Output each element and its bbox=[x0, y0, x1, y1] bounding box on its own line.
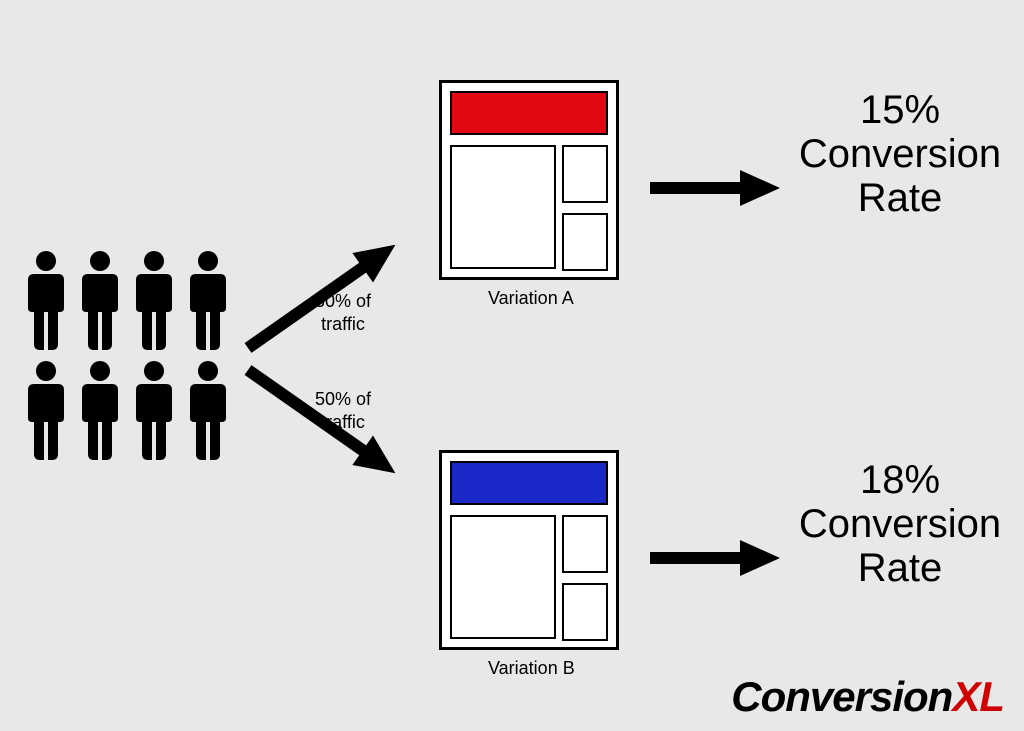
brand-logo: ConversionXL bbox=[731, 673, 1004, 721]
result-b-percent: 18% bbox=[860, 458, 940, 502]
traffic-people-group bbox=[22, 250, 232, 460]
person-icon bbox=[76, 360, 124, 460]
caption-variation-b: Variation B bbox=[488, 658, 575, 679]
arrow-result-a-icon bbox=[650, 168, 780, 208]
brand-part1: Conversion bbox=[731, 673, 952, 720]
arrow-result-b-icon bbox=[650, 538, 780, 578]
wireframe-b-header bbox=[450, 461, 608, 505]
brand-part2: XL bbox=[952, 673, 1004, 720]
person-icon bbox=[130, 360, 178, 460]
person-icon bbox=[184, 360, 232, 460]
caption-variation-a: Variation A bbox=[488, 288, 574, 309]
wireframe-b-side-block bbox=[562, 583, 608, 641]
result-variation-b: 18% Conversion Rate bbox=[790, 458, 1010, 590]
split-bottom-line1: 50% of bbox=[315, 389, 371, 409]
result-b-word2: Rate bbox=[858, 546, 943, 590]
person-icon bbox=[76, 250, 124, 350]
wireframe-a-side-block bbox=[562, 213, 608, 271]
person-icon bbox=[130, 250, 178, 350]
split-label-top: 50% of traffic bbox=[315, 290, 371, 335]
wireframe-a-header bbox=[450, 91, 608, 135]
person-icon bbox=[22, 360, 70, 460]
split-top-line1: 50% of bbox=[315, 291, 371, 311]
result-a-percent: 15% bbox=[860, 88, 940, 132]
people-row bbox=[22, 250, 232, 350]
result-variation-a: 15% Conversion Rate bbox=[790, 88, 1010, 220]
wireframe-a-main-block bbox=[450, 145, 556, 269]
split-label-bottom: 50% of traffic bbox=[315, 388, 371, 433]
split-bottom-line2: traffic bbox=[321, 412, 365, 432]
result-a-word1: Conversion bbox=[799, 132, 1001, 176]
person-icon bbox=[22, 250, 70, 350]
split-top-line2: traffic bbox=[321, 314, 365, 334]
wireframe-variation-a bbox=[439, 80, 619, 280]
wireframe-a-side-block bbox=[562, 145, 608, 203]
people-row bbox=[22, 360, 232, 460]
wireframe-b-main-block bbox=[450, 515, 556, 639]
wireframe-variation-b bbox=[439, 450, 619, 650]
wireframe-b-side-block bbox=[562, 515, 608, 573]
person-icon bbox=[184, 250, 232, 350]
result-a-word2: Rate bbox=[858, 176, 943, 220]
result-b-word1: Conversion bbox=[799, 502, 1001, 546]
